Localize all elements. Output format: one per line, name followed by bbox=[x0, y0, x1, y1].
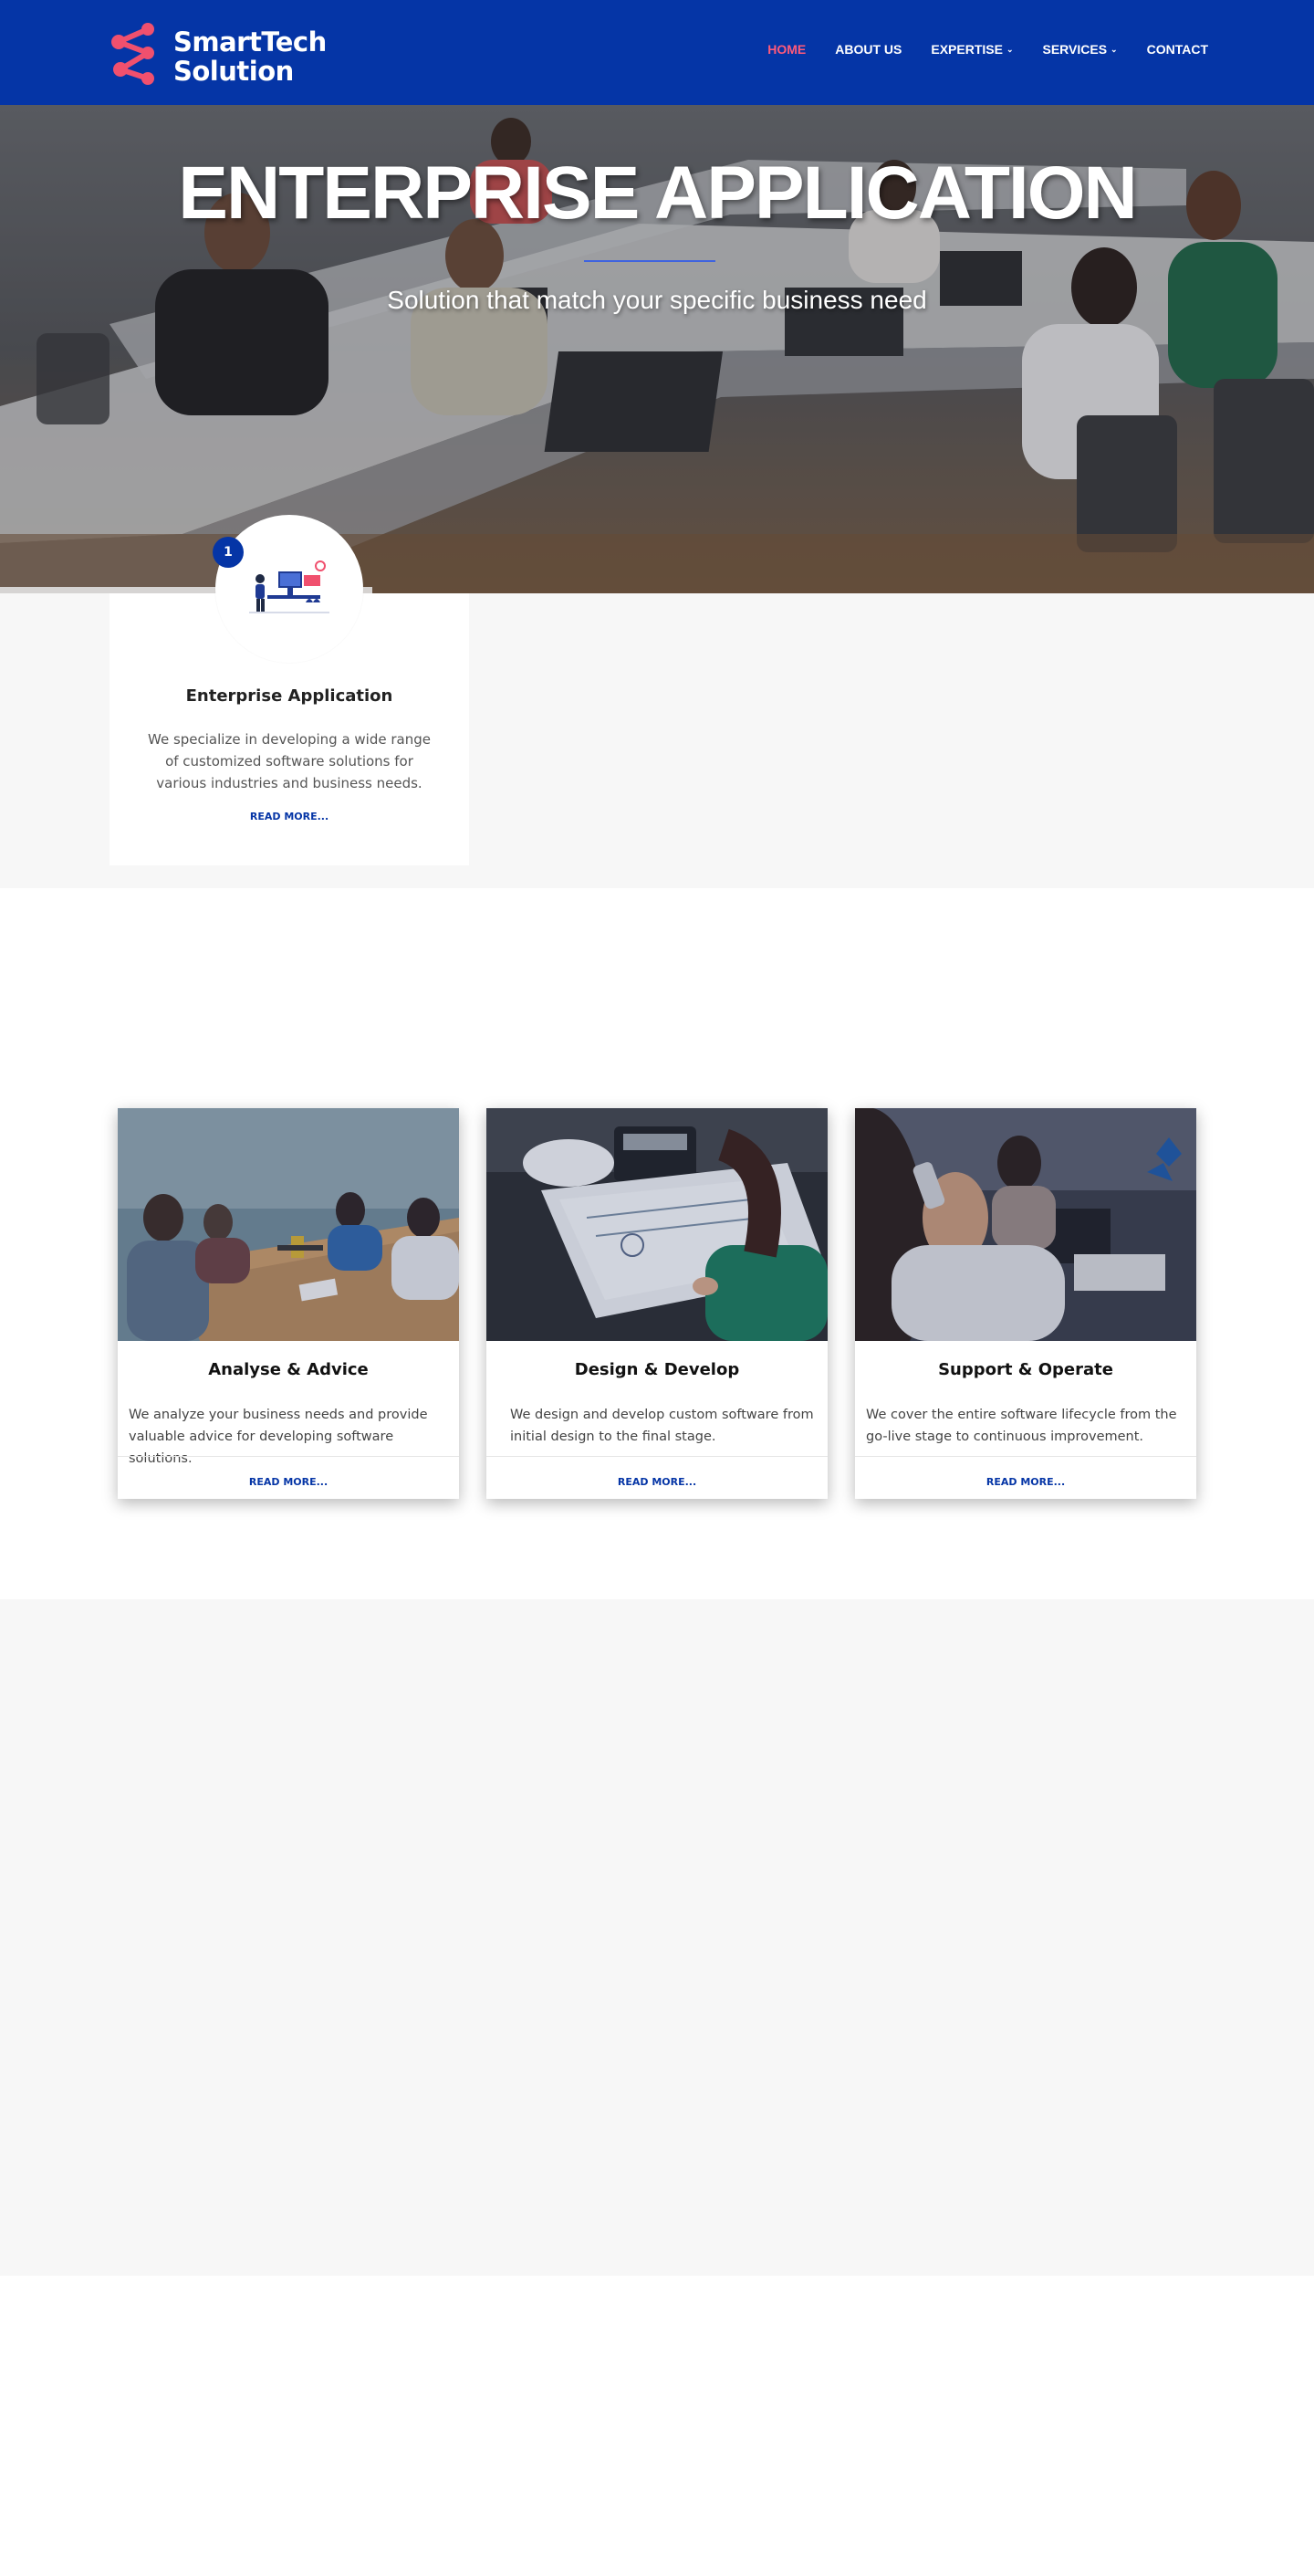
service-card-design: Design & Develop We design and develop c… bbox=[486, 1108, 828, 1499]
main-nav: HOME ABOUT US EXPERTISE ⌄ SERVICES ⌄ CONTA… bbox=[767, 42, 1208, 57]
card-read-more-link[interactable]: READ MORE... bbox=[855, 1476, 1196, 1488]
service-card-support: Support & Operate We cover the entire so… bbox=[855, 1108, 1196, 1499]
hero-title: ENTERPRISE APPLICATION bbox=[178, 152, 1137, 235]
nav-expertise-label: EXPERTISE bbox=[931, 42, 1003, 57]
site-header: SmartTech Solution HOME ABOUT US EXPERTI… bbox=[0, 0, 1314, 105]
card-description: We analyze your business needs and provi… bbox=[129, 1408, 428, 1466]
card-divider bbox=[486, 1456, 828, 1457]
feature-description: We specialize in developing a wide range… bbox=[148, 731, 431, 791]
gray-content-section bbox=[0, 1599, 1314, 2276]
nav-about-label: ABOUT US bbox=[835, 42, 902, 57]
logo[interactable]: SmartTech Solution bbox=[110, 22, 327, 89]
feature-icon-circle bbox=[215, 515, 363, 663]
card-title: Analyse & Advice bbox=[208, 1360, 369, 1379]
logo-line-1: SmartTech bbox=[173, 26, 327, 58]
step-number-badge: 1 bbox=[213, 537, 244, 568]
logo-mark-icon bbox=[111, 23, 154, 85]
nav-services[interactable]: SERVICES ⌄ bbox=[1043, 42, 1118, 57]
hero-banner: ENTERPRISE APPLICATION Solution that mat… bbox=[0, 105, 1314, 593]
feature-read-more-link[interactable]: READ MORE... bbox=[110, 811, 469, 822]
nav-home[interactable]: HOME bbox=[767, 42, 806, 57]
card-title: Support & Operate bbox=[938, 1360, 1113, 1379]
nav-contact-label: CONTACT bbox=[1146, 42, 1208, 57]
card-title: Design & Develop bbox=[574, 1360, 740, 1379]
service-card-analyse: Analyse & Advice We analyze your busines… bbox=[118, 1108, 459, 1499]
chevron-down-icon: ⌄ bbox=[1006, 44, 1014, 54]
card-divider bbox=[118, 1456, 459, 1457]
meeting-photo-graphic bbox=[118, 1108, 459, 1341]
card-divider bbox=[855, 1456, 1196, 1457]
nav-expertise[interactable]: EXPERTISE ⌄ bbox=[931, 42, 1013, 57]
card-description: We design and develop custom software fr… bbox=[510, 1408, 814, 1444]
meeting-photo bbox=[118, 1108, 459, 1341]
feature-title: Enterprise Application bbox=[185, 686, 393, 706]
card-description: We cover the entire software lifecycle f… bbox=[866, 1408, 1177, 1444]
card-read-more-link[interactable]: READ MORE... bbox=[118, 1476, 459, 1488]
chevron-down-icon: ⌄ bbox=[1111, 44, 1118, 54]
nav-contact[interactable]: CONTACT bbox=[1147, 42, 1208, 57]
nav-about-us[interactable]: ABOUT US bbox=[835, 42, 902, 57]
design-photo-graphic bbox=[486, 1108, 828, 1341]
hero-divider bbox=[584, 260, 715, 262]
hero-subtitle: Solution that match your specific busine… bbox=[387, 286, 927, 314]
logo-line-2: Solution bbox=[173, 56, 294, 87]
support-photo bbox=[855, 1108, 1196, 1341]
nav-home-label: HOME bbox=[767, 42, 807, 57]
nav-services-label: SERVICES bbox=[1042, 42, 1108, 57]
logo-text: SmartTech Solution bbox=[173, 27, 327, 86]
design-photo bbox=[486, 1108, 828, 1341]
card-read-more-link[interactable]: READ MORE... bbox=[486, 1476, 828, 1488]
enterprise-illustration-icon bbox=[249, 560, 329, 613]
support-photo-graphic bbox=[855, 1108, 1196, 1341]
